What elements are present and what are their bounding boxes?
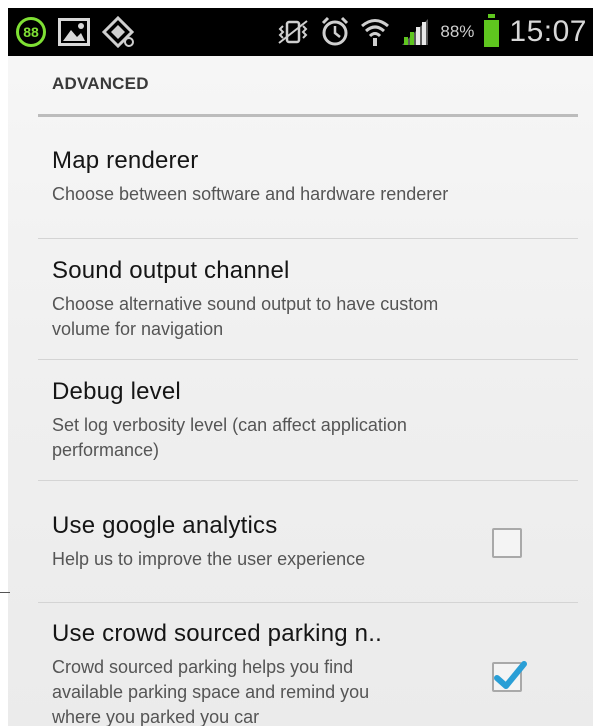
setting-summary-line: volume for navigation — [52, 319, 224, 339]
clock: 15:07 — [509, 15, 587, 48]
battery-percent: 88% — [440, 22, 475, 41]
setting-summary-line: where you parked you car — [52, 707, 260, 726]
setting-use-crowd-sourced-parking[interactable]: Use crowd sourced parking n.. Crowd sour… — [52, 619, 472, 726]
list-divider — [38, 359, 578, 360]
phone-screen: 88 88% 15:07 ADVANCED Map renderer Choos… — [8, 8, 593, 726]
signal-icon — [400, 17, 430, 47]
setting-summary: Choose between software and hardware ren… — [52, 182, 542, 207]
setting-title: Use crowd sourced parking n.. — [52, 620, 382, 647]
setting-summary-line: Choose between software and hardware ren… — [52, 184, 449, 204]
notification-88-icon: 88 — [16, 17, 46, 47]
wifi-icon — [360, 17, 390, 47]
section-divider — [38, 114, 578, 117]
status-bar: 88 88% 15:07 — [8, 8, 593, 56]
checkmark-icon — [494, 661, 527, 689]
setting-summary: Choose alternative sound output to have … — [52, 292, 542, 342]
setting-summary-line: Help us to improve the user experience — [52, 549, 366, 569]
notification-badge-count: 88 — [23, 24, 39, 40]
status-bar-right: 88% 15:07 — [276, 13, 587, 51]
list-divider — [38, 480, 578, 481]
setting-title: Use google analytics — [52, 512, 278, 539]
setting-summary-line: available parking space and remind you — [52, 682, 370, 702]
list-divider — [38, 238, 578, 239]
setting-summary-line: performance) — [52, 440, 160, 460]
section-header-advanced: ADVANCED — [52, 74, 149, 93]
battery-icon — [484, 14, 500, 47]
setting-title: Debug level — [52, 378, 181, 405]
setting-sound-output-channel[interactable]: Sound output channel Choose alternative … — [52, 256, 542, 342]
setting-summary: Crowd sourced parking helps you find ava… — [52, 655, 472, 726]
setting-summary: Set log verbosity level (can affect appl… — [52, 413, 542, 463]
setting-summary-line: Choose alternative sound output to have … — [52, 294, 439, 314]
setting-map-renderer[interactable]: Map renderer Choose between software and… — [52, 146, 542, 207]
setting-title: Map renderer — [52, 147, 199, 174]
vibrate-mute-icon — [276, 19, 310, 45]
alarm-icon — [320, 16, 350, 48]
setting-debug-level[interactable]: Debug level Set log verbosity level (can… — [52, 377, 542, 463]
setting-summary-line: Set log verbosity level (can affect appl… — [52, 415, 407, 435]
status-bar-left: 88 — [16, 15, 136, 49]
setting-summary-line: Crowd sourced parking helps you find — [52, 657, 354, 677]
edge-line — [0, 592, 10, 593]
google-analytics-checkbox[interactable] — [492, 528, 522, 558]
list-divider — [38, 602, 578, 603]
setting-summary: Help us to improve the user experience — [52, 547, 472, 572]
crowd-parking-checkbox[interactable] — [492, 661, 527, 692]
app-icon — [102, 16, 136, 48]
setting-use-google-analytics[interactable]: Use google analytics Help us to improve … — [52, 511, 472, 572]
image-icon — [58, 18, 90, 46]
setting-title: Sound output channel — [52, 257, 290, 284]
